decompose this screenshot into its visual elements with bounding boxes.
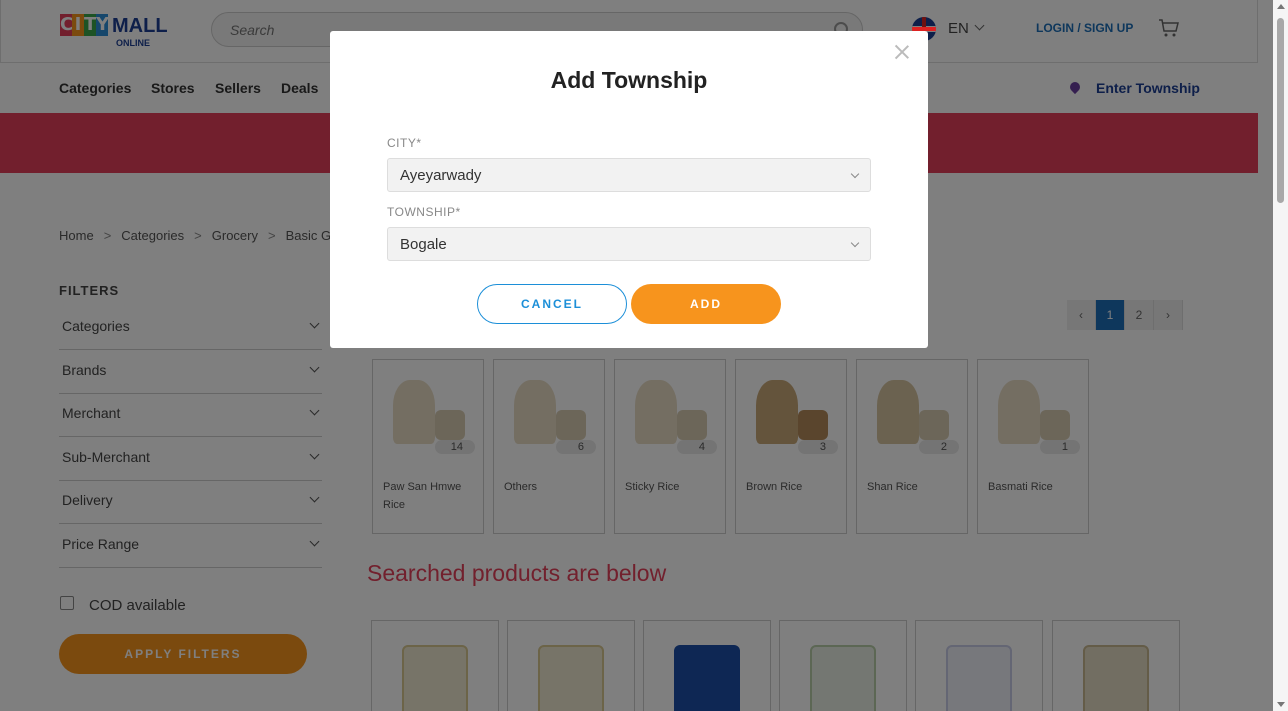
chevron-down-icon bbox=[850, 169, 860, 179]
township-value: Bogale bbox=[400, 236, 447, 253]
scroll-down-icon[interactable] bbox=[1277, 702, 1285, 707]
city-select[interactable]: Ayeyarwady bbox=[387, 158, 871, 192]
chevron-down-icon bbox=[850, 238, 860, 248]
modal-title: Add Township bbox=[550, 67, 708, 93]
cancel-button[interactable]: CANCEL bbox=[477, 284, 627, 324]
city-label: CITY* bbox=[387, 136, 422, 150]
add-button[interactable]: ADD bbox=[631, 284, 781, 324]
close-icon[interactable] bbox=[894, 43, 910, 59]
scroll-thumb[interactable] bbox=[1277, 18, 1284, 203]
scroll-up-icon[interactable] bbox=[1277, 4, 1285, 9]
township-label: TOWNSHIP* bbox=[387, 205, 461, 219]
city-value: Ayeyarwady bbox=[400, 167, 482, 184]
page-scrollbar[interactable] bbox=[1273, 0, 1288, 711]
township-select[interactable]: Bogale bbox=[387, 227, 871, 261]
add-township-modal: Add Township CITY* Ayeyarwady TOWNSHIP* … bbox=[330, 31, 928, 348]
